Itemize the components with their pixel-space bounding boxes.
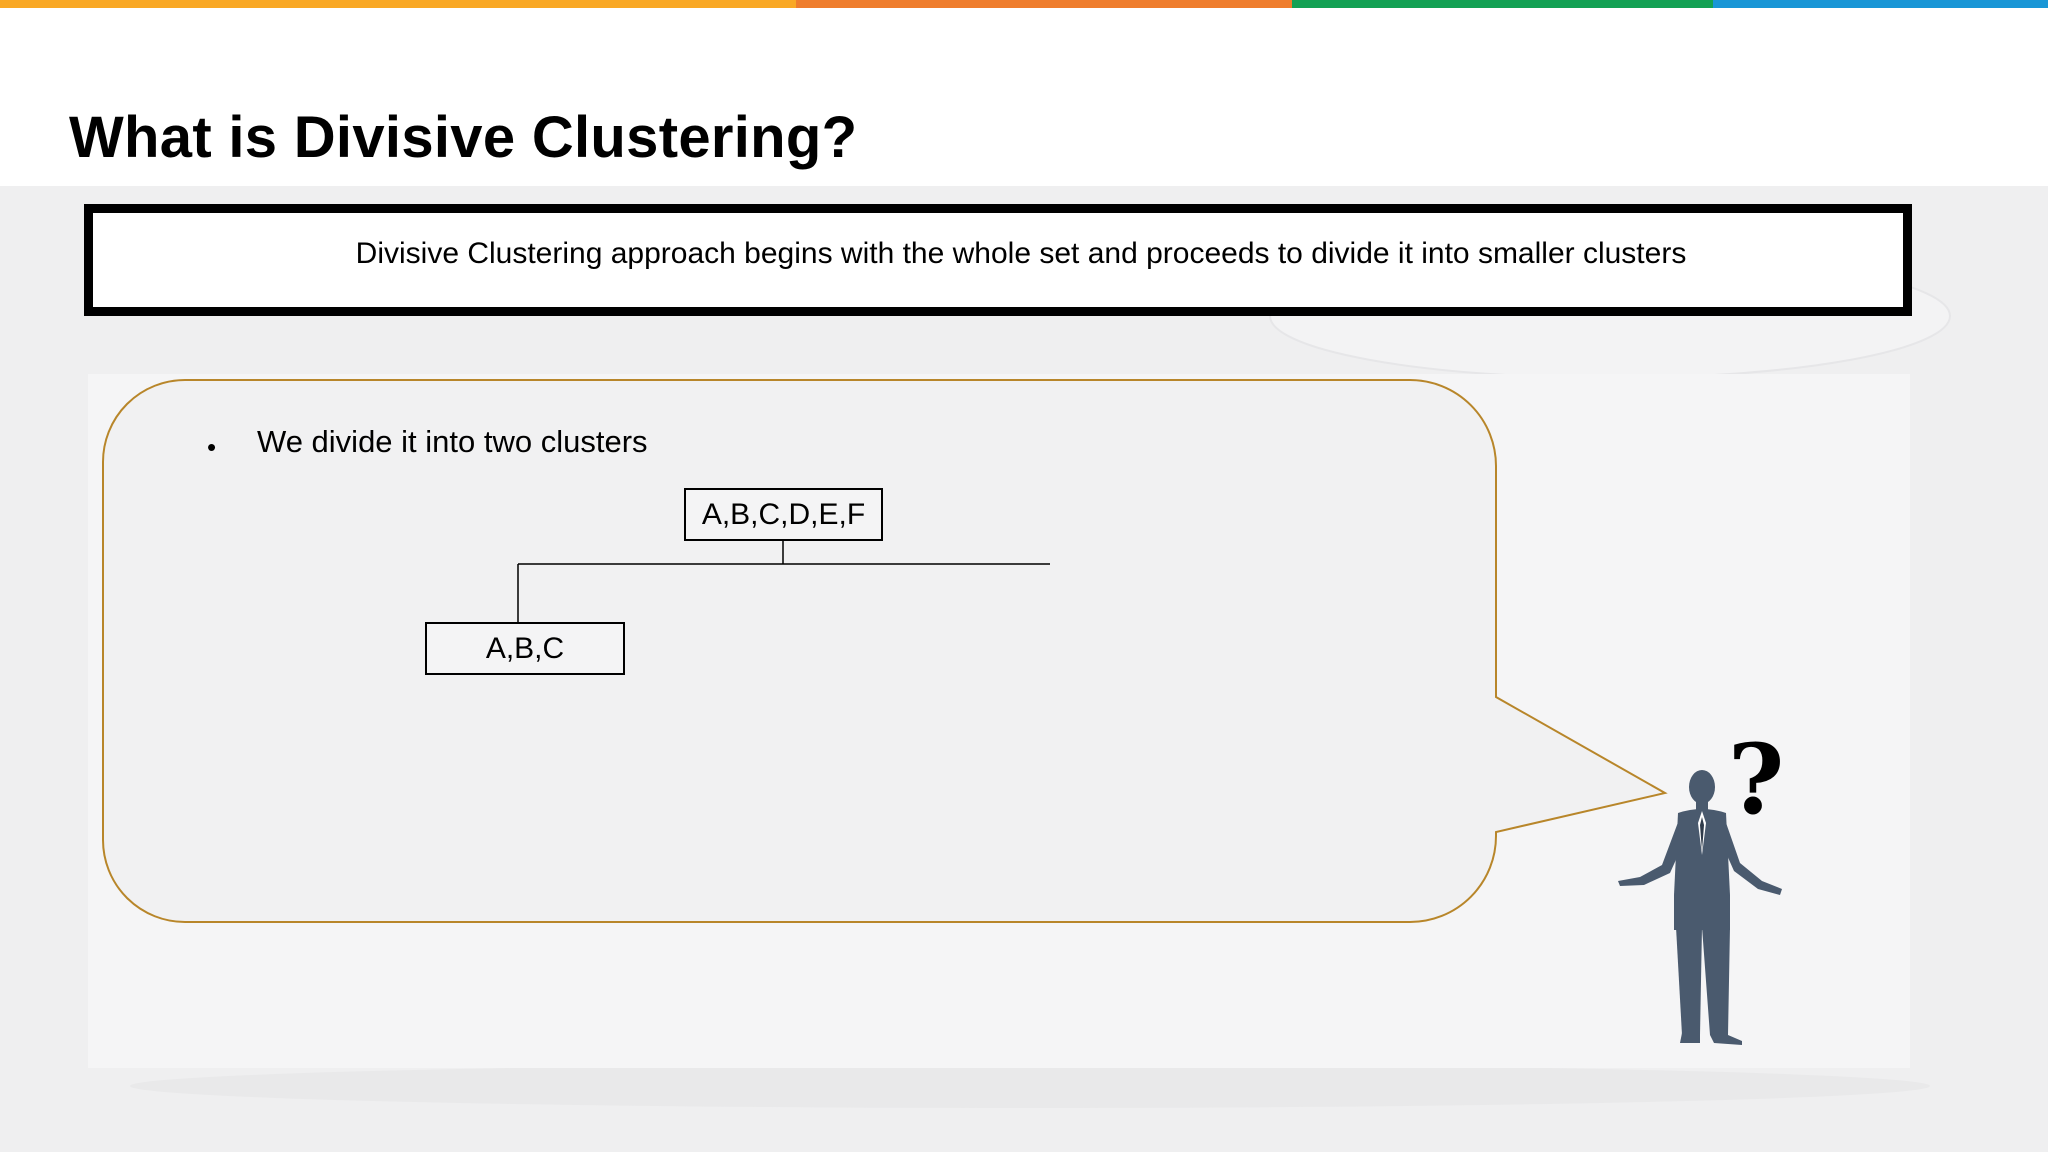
speech-bubble-outline [102,379,1668,923]
bullet-icon: • [207,432,217,462]
tree-node-left-label: A,B,C [485,631,565,665]
bullet-text: We divide it into two clusters [257,424,648,459]
tree-node-root-label: A,B,C,D,E,F [701,497,866,531]
thinking-businessman-icon: ? [1618,723,1784,1045]
tree-node-left: A,B,C [425,622,625,675]
tree-node-root: A,B,C,D,E,F [684,488,883,541]
question-mark-icon: ? [1728,723,1784,836]
